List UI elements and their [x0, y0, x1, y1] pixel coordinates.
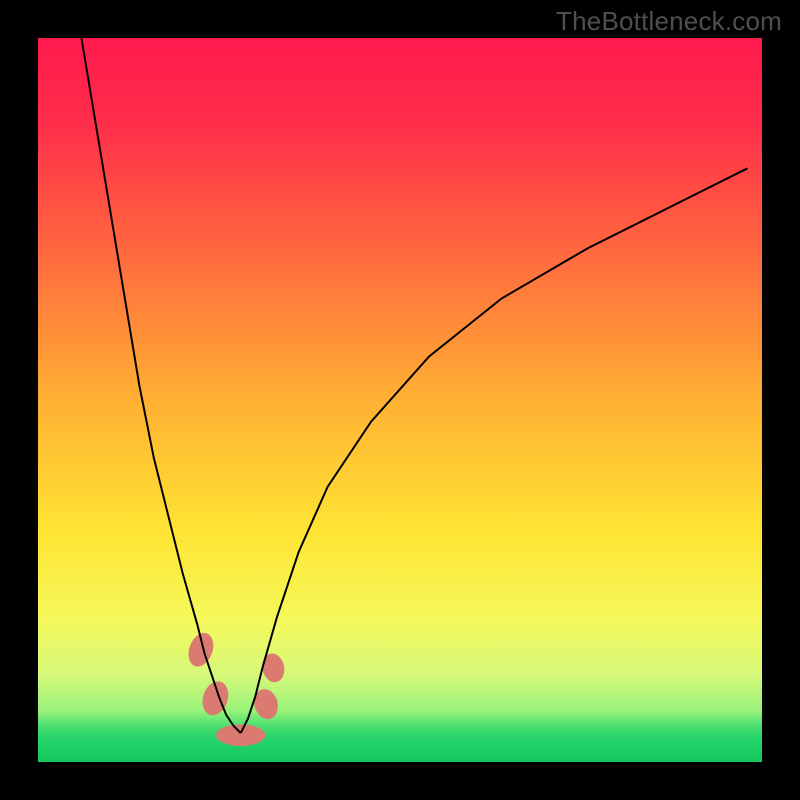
watermark-text: TheBottleneck.com: [556, 6, 782, 37]
chart-overlay: [38, 38, 762, 762]
left-branch-curve: [81, 38, 240, 733]
bottom-blob: [216, 724, 265, 746]
outer-frame: TheBottleneck.com: [0, 0, 800, 800]
right-upper-blob: [260, 651, 287, 684]
right-branch-curve: [241, 168, 748, 733]
